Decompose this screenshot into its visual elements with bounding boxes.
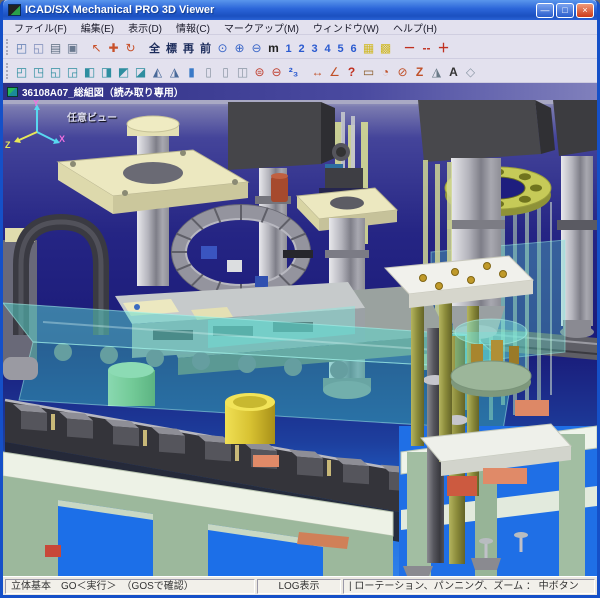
sep [394, 38, 401, 56]
slope-icon[interactable]: ◮ [428, 62, 445, 80]
rotate-icon[interactable]: ↻ [122, 38, 139, 56]
assembly-3d-scene [3, 100, 597, 576]
status-hint: | ローテーション、パンニング、ズーム ： 中ボタン [343, 578, 595, 594]
app-window: ICAD/SX Mechanical PRO 3D Viewer — □ × フ… [0, 0, 600, 598]
fit-all-button[interactable]: 全 [146, 38, 163, 56]
line-thin-icon[interactable]: － [401, 38, 418, 56]
line-dash-icon[interactable]: -- [418, 38, 435, 56]
wireframe-mode-icon[interactable]: ◮ [166, 62, 183, 80]
zoom-out-icon[interactable]: ⊖ [248, 38, 265, 56]
menu-view[interactable]: 表示(D) [121, 20, 169, 35]
axis-triad [14, 104, 60, 144]
view-preset-3-button[interactable]: 3 [308, 38, 321, 56]
cylinder-half-icon[interactable]: ◫ [234, 62, 251, 80]
view-mode-label: 任意ビュー [67, 113, 117, 124]
sep [302, 62, 309, 80]
markup-diamond-icon[interactable]: ◇ [462, 62, 479, 80]
cylinder-solid-icon[interactable]: ▮ [183, 62, 200, 80]
standard-view-button[interactable]: 標 [163, 38, 180, 56]
protractor-icon[interactable]: ⊘ [394, 62, 411, 80]
redraw-button[interactable]: 再 [180, 38, 197, 56]
view-preset-2-button[interactable]: 2 [295, 38, 308, 56]
maximize-button[interactable]: □ [556, 2, 574, 18]
toolbar-grip[interactable] [6, 62, 9, 79]
toolbar-grip[interactable] [6, 38, 9, 55]
menu-file[interactable]: ファイル(F) [7, 20, 74, 35]
status-separator: | [349, 580, 352, 592]
view-bottom-icon[interactable]: ◪ [132, 62, 149, 80]
menu-markup[interactable]: マークアップ(M) [217, 20, 306, 35]
log-display-button[interactable]: LOG表示 [257, 578, 341, 594]
open-folder-icon[interactable]: ◱ [30, 38, 47, 56]
cylinder-hidden-icon[interactable]: ▯ [217, 62, 234, 80]
view-top-icon[interactable]: ◩ [115, 62, 132, 80]
shading-mode-icon[interactable]: ◭ [149, 62, 166, 80]
mouse-hint-text: ローテーション、パンニング、ズーム ： 中ボタン [354, 580, 579, 592]
pick-arrow-icon[interactable]: ↖ [88, 38, 105, 56]
toolbar-view-measure: ◰ ◳ ◱ ◲ ◧ ◨ ◩ ◪ ◭ ◮ ▮ ▯ ▯ ◫ ⊜ ⊖ ²₃ ↔ ∠? ▭ ◔ ⊘ Z ◮ A ◇ [3, 59, 597, 83]
rotary-table[interactable] [450, 318, 532, 397]
section-view-icon[interactable]: ⊜ [251, 62, 268, 80]
status-prompt: 立体基本 GO＜実行＞ （GOSで確認） [5, 578, 255, 594]
minimize-button[interactable]: — [536, 2, 554, 18]
menu-edit[interactable]: 編集(E) [74, 20, 121, 35]
clipboard-icon[interactable]: ▣ [64, 38, 81, 56]
measure-angle-icon[interactable]: ∠ [326, 62, 343, 80]
3d-viewport[interactable]: Y X Z 任意ビュー [3, 100, 597, 576]
view-iso-ne-icon[interactable]: ◳ [30, 62, 47, 80]
toolbar-standard: ◰ ◱ ▤ ▣ ↖ ✚ ↻ 全標再前 ⊙ ⊕ ⊖ m 1 2 3 4 5 6 ▦ ▩ － -- ＋ [3, 35, 597, 59]
layer-palette-icon[interactable]: ▦ [360, 38, 377, 56]
title-bar[interactable]: ICAD/SX Mechanical PRO 3D Viewer — □ × [3, 0, 597, 20]
menu-help[interactable]: ヘルプ(H) [386, 20, 444, 35]
close-button[interactable]: × [576, 2, 594, 18]
view-preset-5-button[interactable]: 5 [334, 38, 347, 56]
menu-bar: ファイル(F) 編集(E) 表示(D) 情報(C) マークアップ(M) ウィンドウ(W) ヘ… [3, 20, 597, 35]
menu-window[interactable]: ウィンドウ(W) [306, 20, 386, 35]
status-bar: 立体基本 GO＜実行＞ （GOSで確認） LOG表示 | ローテーション、パンニ… [3, 576, 597, 595]
axis-z-label: Z [5, 140, 11, 150]
open-document-icon[interactable]: ◰ [13, 38, 30, 56]
line-plus-icon[interactable]: ＋ [435, 38, 452, 56]
view-back-icon[interactable]: ◨ [98, 62, 115, 80]
sep [81, 38, 88, 56]
document-icon [7, 86, 18, 97]
layer-palette-2-icon[interactable]: ▩ [377, 38, 394, 56]
section-cut-icon[interactable]: ⊖ [268, 62, 285, 80]
annotation-text-icon[interactable]: A [445, 62, 462, 80]
view-front-icon[interactable]: ◧ [81, 62, 98, 80]
print-icon[interactable]: ▤ [47, 38, 64, 56]
document-title-bar[interactable]: 36108A07_総組図（読み取り専用） [3, 83, 597, 100]
axis-x-label: X [59, 134, 66, 144]
document-title: 36108A07_総組図（読み取り専用） [22, 88, 184, 99]
view-iso-se-icon[interactable]: ◲ [64, 62, 81, 80]
view-preset-1-button[interactable]: 1 [282, 38, 295, 56]
stopwatch-icon[interactable]: ◔ [377, 62, 394, 80]
view-preset-6-button[interactable]: 6 [347, 38, 360, 56]
roller-stub [3, 357, 38, 380]
app-icon [8, 4, 21, 16]
window-title: ICAD/SX Mechanical PRO 3D Viewer [25, 4, 215, 16]
zoom-in-icon[interactable]: ⊕ [231, 38, 248, 56]
axis-y-label: Y [33, 100, 40, 108]
previous-view-button[interactable]: 前 [197, 38, 214, 56]
measure-m-icon[interactable]: m [265, 38, 282, 56]
measure-distance-icon[interactable]: ↔ [309, 62, 326, 80]
view-preset-4-button[interactable]: 4 [321, 38, 334, 56]
query-element-icon[interactable]: ? [343, 62, 360, 80]
zigzag-section-icon[interactable]: Z [411, 62, 428, 80]
view-iso-nw-icon[interactable]: ◰ [13, 62, 30, 80]
sep [139, 38, 146, 56]
cylinder-outline-icon[interactable]: ▯ [200, 62, 217, 80]
menu-info[interactable]: 情報(C) [169, 20, 217, 35]
view-iso-sw-icon[interactable]: ◱ [47, 62, 64, 80]
zoom-window-icon[interactable]: ⊙ [214, 38, 231, 56]
move-icon[interactable]: ✚ [105, 38, 122, 56]
measure-box-icon[interactable]: ▭ [360, 62, 377, 80]
sequence-icon[interactable]: ²₃ [285, 62, 302, 80]
